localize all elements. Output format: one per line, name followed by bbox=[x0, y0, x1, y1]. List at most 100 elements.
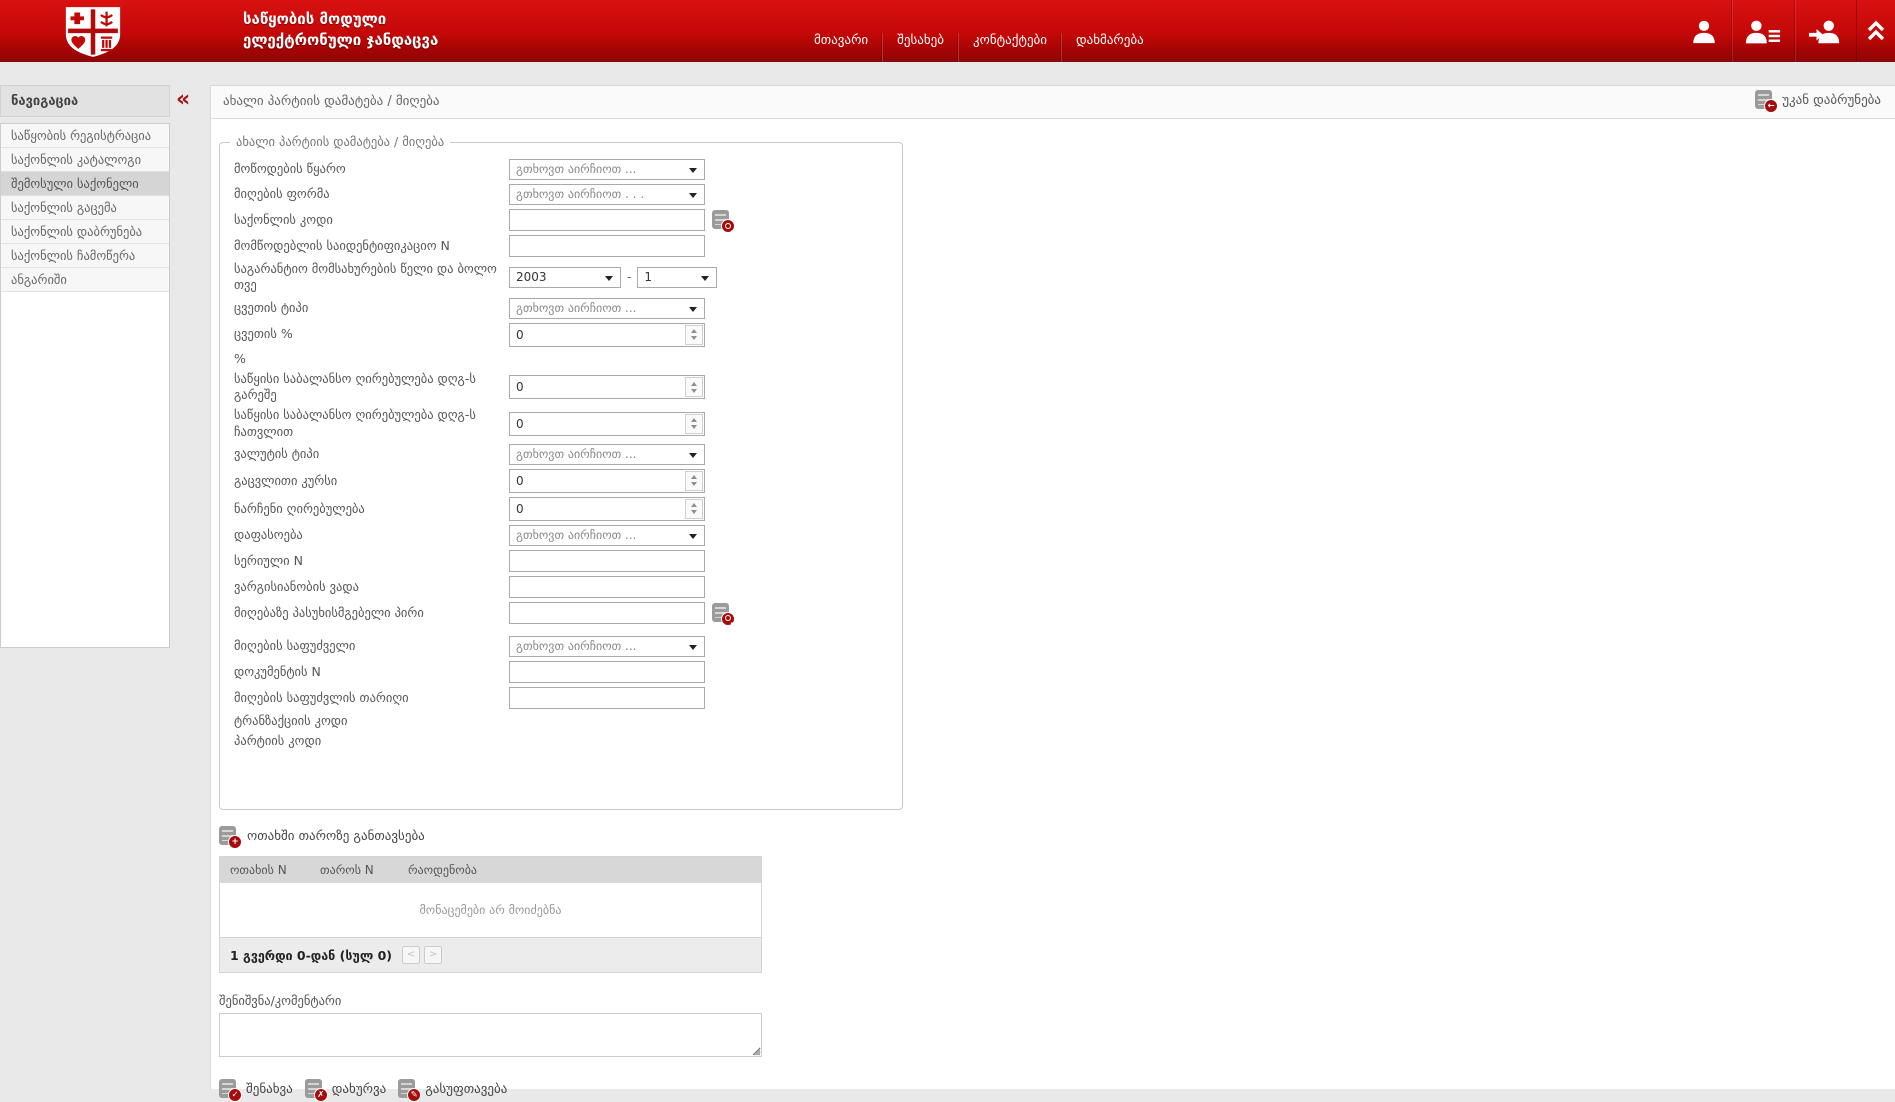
depreciation-pct-value: 0 bbox=[516, 328, 524, 342]
nav-item-about[interactable]: შესახებ bbox=[882, 33, 958, 62]
initial-balance-no-vat-stepper[interactable]: 0 bbox=[509, 375, 705, 399]
exchange-rate-value: 0 bbox=[516, 474, 524, 488]
supply-source-value: გთხოვთ აირჩიოთ ... bbox=[516, 162, 637, 176]
warranty-year-select[interactable]: 2003 bbox=[509, 267, 621, 288]
header-collapse-chevrons-icon[interactable] bbox=[1856, 0, 1895, 62]
field-label-responsible-person: მიღებაზე პასუხისმგებელი პირი bbox=[234, 605, 509, 621]
save-doc-icon: ✓ bbox=[219, 1079, 239, 1099]
comment-textarea[interactable] bbox=[219, 1013, 762, 1057]
header-icon-group bbox=[1677, 0, 1855, 62]
document-n-input[interactable] bbox=[509, 661, 705, 683]
pager-next-button[interactable]: > bbox=[424, 946, 442, 964]
initial-balance-vat-value: 0 bbox=[516, 417, 524, 431]
table-pager: 1 გვერდი 0-დან (სულ 0) < > bbox=[220, 937, 761, 972]
nav-item-home[interactable]: მთავარი bbox=[800, 33, 882, 62]
top-nav: მთავარი შესახებ კონტაქტები დახმარება bbox=[800, 0, 1158, 62]
basis-date-input[interactable] bbox=[509, 687, 705, 709]
goods-code-input[interactable] bbox=[509, 209, 705, 231]
stepper-arrows-icon[interactable] bbox=[685, 377, 703, 397]
field-label-expiry-date: ვარგისიანობის ვადა bbox=[234, 579, 509, 595]
back-doc-icon: ← bbox=[1755, 90, 1775, 110]
clear-doc-icon: ✎ bbox=[398, 1079, 418, 1099]
serial-n-input[interactable] bbox=[509, 550, 705, 572]
field-label-percent: % bbox=[234, 351, 509, 367]
warranty-month-select[interactable]: 1 bbox=[637, 267, 717, 288]
exchange-rate-stepper[interactable]: 0 bbox=[509, 469, 705, 493]
table-header-room-n: ოთახის N bbox=[220, 863, 310, 877]
field-label-supply-source: მოწოდების წყარო bbox=[234, 161, 509, 177]
stepper-arrows-icon[interactable] bbox=[685, 414, 703, 434]
user-profile-icon[interactable] bbox=[1677, 0, 1731, 62]
packaging-select[interactable]: გთხოვთ აირჩიოთ ... bbox=[509, 525, 705, 546]
supply-source-select[interactable]: გთხოვთ აირჩიოთ ... bbox=[509, 159, 705, 180]
field-label-serial-n: სერიული N bbox=[234, 553, 509, 569]
clear-button[interactable]: ✎ გასუფთავება bbox=[398, 1079, 507, 1099]
expiry-date-input[interactable] bbox=[509, 576, 705, 598]
field-label-depreciation-type: ცვეთის ტიპი bbox=[234, 300, 509, 316]
depreciation-type-value: გთხოვთ აირჩიოთ ... bbox=[516, 301, 637, 315]
place-on-shelf-button[interactable]: + ოთახში თაროზე განთავსება bbox=[219, 826, 1895, 846]
close-button[interactable]: ✗ დახურვა bbox=[305, 1079, 386, 1099]
app-logo-shield-icon bbox=[58, 6, 128, 58]
receive-basis-select[interactable]: გთხოვთ აირჩიოთ ... bbox=[509, 636, 705, 657]
close-button-label: დახურვა bbox=[332, 1082, 386, 1097]
receive-form-value: გთხოვთ აირჩიოთ . . . bbox=[516, 187, 644, 201]
back-button-label: უკან დაბრუნება bbox=[1782, 93, 1881, 108]
responsible-person-search-icon[interactable] bbox=[712, 603, 732, 623]
field-label-initial-balance-vat: საწყისი საბალანსო ღირებულება დღგ-ს ჩათვლ… bbox=[234, 407, 509, 440]
table-header-quantity: რაოდენობა bbox=[398, 863, 761, 877]
sidebar-item-goods-return[interactable]: საქონლის დაბრუნება bbox=[1, 220, 169, 244]
sidebar-item-warehouse-registration[interactable]: საწყობის რეგისტრაცია bbox=[1, 124, 169, 148]
table-empty-text: მონაცემები არ მოიძებნა bbox=[420, 903, 562, 917]
currency-type-value: გთხოვთ აირჩიოთ ... bbox=[516, 447, 637, 461]
field-label-exchange-rate: გაცვლითი კურსი bbox=[234, 473, 509, 489]
field-label-warranty-period: საგარანტიო მომსახურების წელი და ბოლო თვე bbox=[234, 261, 509, 294]
supplier-id-input[interactable] bbox=[509, 235, 705, 257]
sidebar-item-goods-writeoff[interactable]: საქონლის ჩამოწერა bbox=[1, 244, 169, 268]
field-label-transaction-code: ტრანზაქციის კოდი bbox=[234, 713, 509, 729]
sidebar-item-report[interactable]: ანგარიში bbox=[1, 268, 169, 292]
depreciation-type-select[interactable]: გთხოვთ აირჩიოთ ... bbox=[509, 298, 705, 319]
place-on-shelf-add-icon: + bbox=[219, 826, 239, 846]
field-label-residual-value: ნარჩენი ღირებულება bbox=[234, 501, 509, 517]
save-button-label: შენახვა bbox=[246, 1082, 293, 1097]
pager-text: 1 გვერდი 0-დან (სულ 0) bbox=[230, 948, 392, 963]
field-label-receive-basis: მიღების საფუძველი bbox=[234, 638, 509, 654]
stepper-arrows-icon[interactable] bbox=[685, 499, 703, 519]
app-title-line1: საწყობის მოდული bbox=[243, 9, 438, 30]
sidebar-item-goods-issue[interactable]: საქონლის გაცემა bbox=[1, 196, 169, 220]
field-label-goods-code: საქონლის კოდი bbox=[234, 212, 509, 228]
field-label-initial-balance-no-vat: საწყისი საბალანსო ღირებულება დღგ-ს გარეშ… bbox=[234, 371, 509, 404]
nav-item-contacts[interactable]: კონტაქტები bbox=[958, 33, 1061, 62]
sidebar-menu: საწყობის რეგისტრაცია საქონლის კატალოგი შ… bbox=[0, 123, 170, 648]
initial-balance-vat-stepper[interactable]: 0 bbox=[509, 412, 705, 436]
currency-type-select[interactable]: გთხოვთ აირჩიოთ ... bbox=[509, 444, 705, 465]
field-label-document-n: დოკუმენტის N bbox=[234, 664, 509, 680]
table-header-row: ოთახის N თაროს N რაოდენობა bbox=[220, 857, 761, 883]
table-header-shelf-n: თაროს N bbox=[310, 863, 398, 877]
goods-code-search-icon[interactable] bbox=[712, 210, 732, 230]
residual-value-stepper[interactable]: 0 bbox=[509, 497, 705, 521]
pager-prev-button[interactable]: < bbox=[402, 946, 420, 964]
sidebar-item-incoming-goods[interactable]: შემოსული საქონელი bbox=[1, 172, 169, 196]
breadcrumb: ახალი პარტიის დამატება / მიღება bbox=[211, 94, 440, 109]
nav-item-help[interactable]: დახმარება bbox=[1061, 33, 1158, 62]
close-doc-icon: ✗ bbox=[305, 1079, 325, 1099]
app-header: საწყობის მოდული ელექტრონული ჯანდაცვა მთა… bbox=[0, 0, 1895, 62]
user-login-arrow-icon[interactable] bbox=[1794, 0, 1855, 62]
save-button[interactable]: ✓ შენახვა bbox=[219, 1079, 293, 1099]
stepper-arrows-icon[interactable] bbox=[685, 325, 703, 345]
breadcrumb-bar: ახალი პარტიის დამატება / მიღება ← უკან დ… bbox=[211, 86, 1895, 119]
depreciation-pct-stepper[interactable]: 0 bbox=[509, 323, 705, 347]
sidebar-collapse-icon[interactable]: « bbox=[176, 87, 188, 112]
back-button[interactable]: ← უკან დაბრუნება bbox=[1755, 90, 1881, 110]
responsible-person-input[interactable] bbox=[509, 602, 705, 624]
receive-form-select[interactable]: გთხოვთ აირჩიოთ . . . bbox=[509, 184, 705, 205]
user-list-icon[interactable] bbox=[1731, 0, 1794, 62]
field-label-depreciation-pct: ცვეთის % bbox=[234, 326, 509, 342]
shelf-placement-table: ოთახის N თაროს N რაოდენობა მონაცემები არ… bbox=[219, 856, 762, 973]
clear-button-label: გასუფთავება bbox=[425, 1082, 507, 1097]
warranty-month-value: 1 bbox=[644, 270, 652, 284]
stepper-arrows-icon[interactable] bbox=[685, 471, 703, 491]
sidebar-item-goods-catalog[interactable]: საქონლის კატალოგი bbox=[1, 148, 169, 172]
